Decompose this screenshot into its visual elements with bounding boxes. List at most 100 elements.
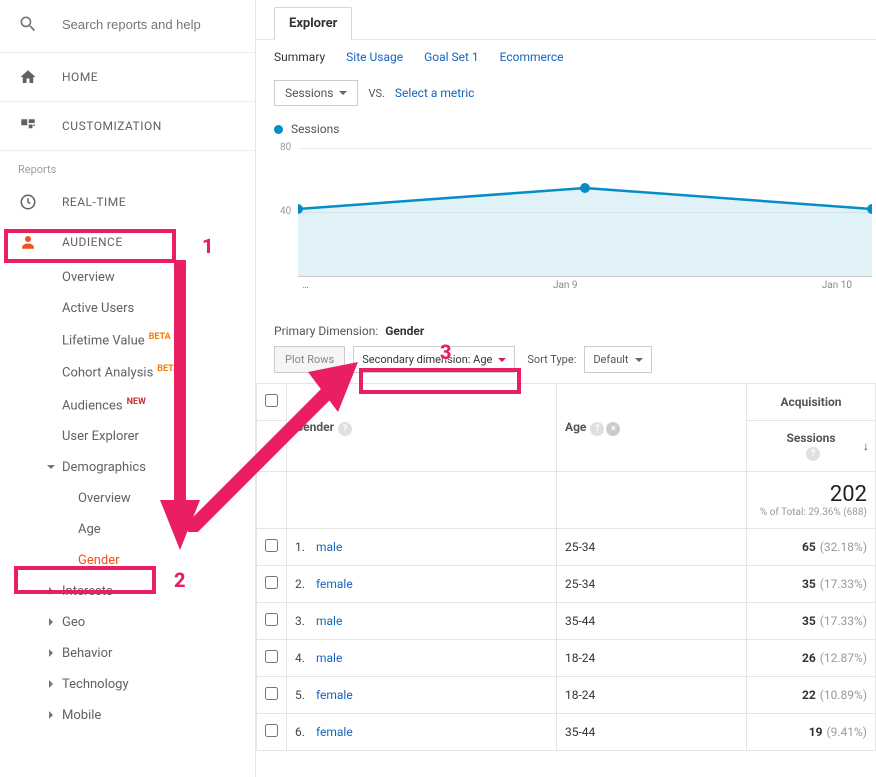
cell-gender: 2. female — [287, 566, 557, 603]
help-icon[interactable]: ? — [338, 422, 352, 436]
total-sessions-pct: % of Total: 29.36% (688) — [755, 507, 867, 518]
nav-audience-label: AUDIENCE — [62, 235, 123, 249]
sidebar-item-demo-overview[interactable]: Overview — [0, 483, 255, 514]
cell-age: 35-44 — [557, 603, 747, 640]
xlabel-2: Jan 10 — [822, 280, 852, 291]
chevron-down-icon — [44, 462, 58, 472]
ytick-40: 40 — [280, 206, 291, 217]
nav-home-label: HOME — [62, 70, 98, 84]
subtab-ecommerce[interactable]: Ecommerce — [500, 50, 564, 64]
sidebar-item-label: Audiences — [62, 398, 123, 413]
ytick-80: 80 — [280, 142, 291, 153]
secondary-dimension-select[interactable]: Secondary dimension: Age — [353, 346, 515, 373]
close-icon[interactable]: × — [606, 422, 620, 436]
sort-arrow-icon: ↓ — [863, 439, 869, 453]
row-checkbox[interactable] — [265, 724, 278, 737]
sidebar-item-mobile[interactable]: Mobile — [0, 700, 255, 731]
gender-link[interactable]: female — [316, 688, 353, 702]
sidebar-item-gender[interactable]: Gender — [0, 545, 255, 576]
cell-age: 18-24 — [557, 677, 747, 714]
cell-gender: 5. female — [287, 677, 557, 714]
xlabel-1: Jan 9 — [553, 280, 578, 291]
total-sessions-cell: 202 % of Total: 29.36% (688) — [747, 472, 876, 529]
subtab-summary[interactable]: Summary — [274, 50, 325, 64]
tab-explorer[interactable]: Explorer — [274, 7, 352, 40]
cell-sessions: 35(17.33%) — [747, 603, 876, 640]
sidebar-item-label: Interests — [62, 584, 113, 599]
help-icon[interactable]: ? — [806, 447, 820, 461]
beta-badge: BETA — [149, 332, 171, 342]
sidebar-item-interests[interactable]: Interests — [0, 576, 255, 607]
gender-link[interactable]: male — [316, 651, 342, 665]
legend-dot — [274, 125, 283, 134]
new-badge: NEW — [127, 397, 146, 407]
nav-realtime[interactable]: REAL-TIME — [0, 182, 255, 222]
sidebar-item-lifetime-value[interactable]: Lifetime Value BETA — [0, 324, 255, 356]
plot-rows-button[interactable]: Plot Rows — [274, 346, 345, 373]
sidebar-item-geo[interactable]: Geo — [0, 607, 255, 638]
nav-audience[interactable]: AUDIENCE — [0, 222, 255, 262]
cell-age: 18-24 — [557, 640, 747, 677]
sidebar-item-active-users[interactable]: Active Users — [0, 293, 255, 324]
sidebar-item-overview[interactable]: Overview — [0, 262, 255, 293]
data-table: Gender? Age?× Acquisition Sessions? ↓ 20… — [256, 383, 876, 751]
sidebar-item-user-explorer[interactable]: User Explorer — [0, 421, 255, 452]
sidebar-item-age[interactable]: Age — [0, 514, 255, 545]
gender-link[interactable]: male — [316, 614, 342, 628]
sidebar-item-label: Mobile — [62, 708, 101, 723]
gender-link[interactable]: female — [316, 577, 353, 591]
metric-selector[interactable]: Sessions — [274, 80, 358, 106]
subtab-goal1[interactable]: Goal Set 1 — [424, 50, 479, 64]
sidebar-item-demographics[interactable]: Demographics — [0, 452, 255, 483]
help-icon[interactable]: ? — [590, 422, 604, 436]
cell-age: 35-44 — [557, 714, 747, 751]
column-header-age[interactable]: Age?× — [557, 384, 747, 472]
table-row: 4. male18-2426(12.87%) — [257, 640, 876, 677]
table-row: 3. male35-4435(17.33%) — [257, 603, 876, 640]
dashboard-icon — [18, 116, 38, 136]
sessions-chart: 80 40 … Jan 9 Jan 10 — [274, 136, 872, 306]
nav-customization-label: CUSTOMIZATION — [62, 119, 162, 133]
primary-dimension-value: Gender — [385, 324, 424, 338]
xlabel-0: … — [302, 280, 309, 291]
nav-home[interactable]: HOME — [0, 57, 255, 97]
column-header-gender[interactable]: Gender? — [287, 384, 557, 472]
chevron-right-icon — [44, 617, 58, 627]
select-compare-metric[interactable]: Select a metric — [395, 86, 475, 100]
vs-label: VS. — [368, 87, 384, 100]
cell-sessions: 65(32.18%) — [747, 529, 876, 566]
chart-legend: Sessions — [256, 112, 876, 136]
cell-sessions: 35(17.33%) — [747, 566, 876, 603]
gender-link[interactable]: female — [316, 725, 353, 739]
search-input[interactable] — [62, 17, 239, 32]
gender-link[interactable]: male — [316, 540, 342, 554]
sidebar: HOME CUSTOMIZATION Reports REAL-TIME AUD… — [0, 0, 256, 777]
main-panel: Explorer Summary Site Usage Goal Set 1 E… — [256, 0, 876, 777]
sidebar-item-technology[interactable]: Technology — [0, 669, 255, 700]
clock-icon — [18, 192, 38, 212]
sidebar-item-label: Lifetime Value — [62, 333, 145, 348]
nav-customization[interactable]: CUSTOMIZATION — [0, 106, 255, 146]
sidebar-item-audiences[interactable]: Audiences NEW — [0, 389, 255, 421]
row-checkbox[interactable] — [265, 687, 278, 700]
sidebar-item-behavior[interactable]: Behavior — [0, 638, 255, 669]
subtab-site-usage[interactable]: Site Usage — [346, 50, 403, 64]
row-checkbox[interactable] — [265, 650, 278, 663]
row-checkbox[interactable] — [265, 613, 278, 626]
row-checkbox[interactable] — [265, 539, 278, 552]
reports-header: Reports — [0, 155, 255, 182]
cell-gender: 4. male — [287, 640, 557, 677]
column-header-label: Sessions — [786, 431, 835, 445]
column-header-checkbox[interactable] — [257, 384, 287, 421]
cell-gender: 6. female — [287, 714, 557, 751]
row-checkbox[interactable] — [265, 576, 278, 589]
cell-sessions: 19(9.41%) — [747, 714, 876, 751]
column-header-sessions[interactable]: Sessions? ↓ — [747, 421, 876, 472]
nav-realtime-label: REAL-TIME — [62, 195, 126, 209]
line-chart — [298, 136, 872, 276]
sidebar-item-cohort[interactable]: Cohort AnalysisBETA — [0, 356, 255, 388]
total-sessions-value: 202 — [830, 482, 867, 507]
sort-type-label: Sort Type: — [527, 353, 576, 366]
column-group-acquisition: Acquisition — [747, 384, 876, 421]
sort-type-select[interactable]: Default — [584, 346, 651, 373]
